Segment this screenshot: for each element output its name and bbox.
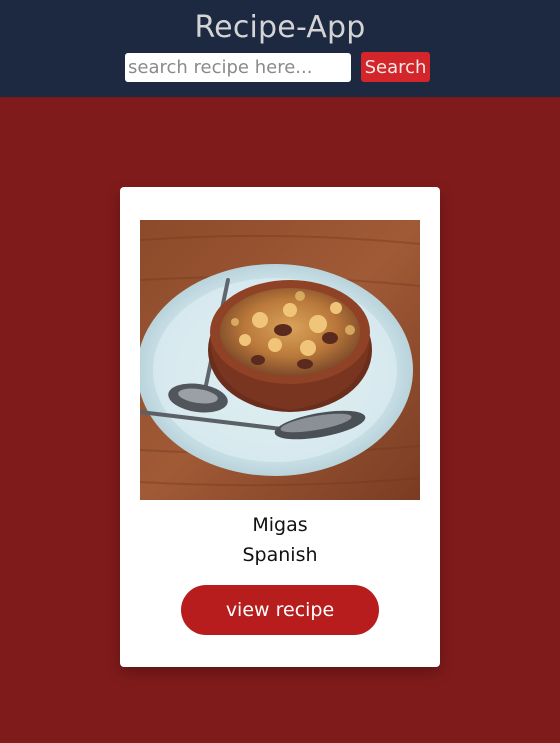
app-title: Recipe-App bbox=[194, 10, 366, 45]
recipe-card: Migas Spanish view recipe bbox=[120, 187, 440, 667]
app-header: Recipe-App Search bbox=[0, 0, 560, 97]
recipe-area: Spanish bbox=[242, 544, 318, 566]
search-input[interactable] bbox=[125, 53, 351, 82]
recipe-name: Migas bbox=[252, 514, 308, 536]
view-recipe-button[interactable]: view recipe bbox=[181, 585, 379, 635]
recipe-image bbox=[140, 220, 420, 500]
search-button[interactable]: Search bbox=[361, 52, 430, 82]
